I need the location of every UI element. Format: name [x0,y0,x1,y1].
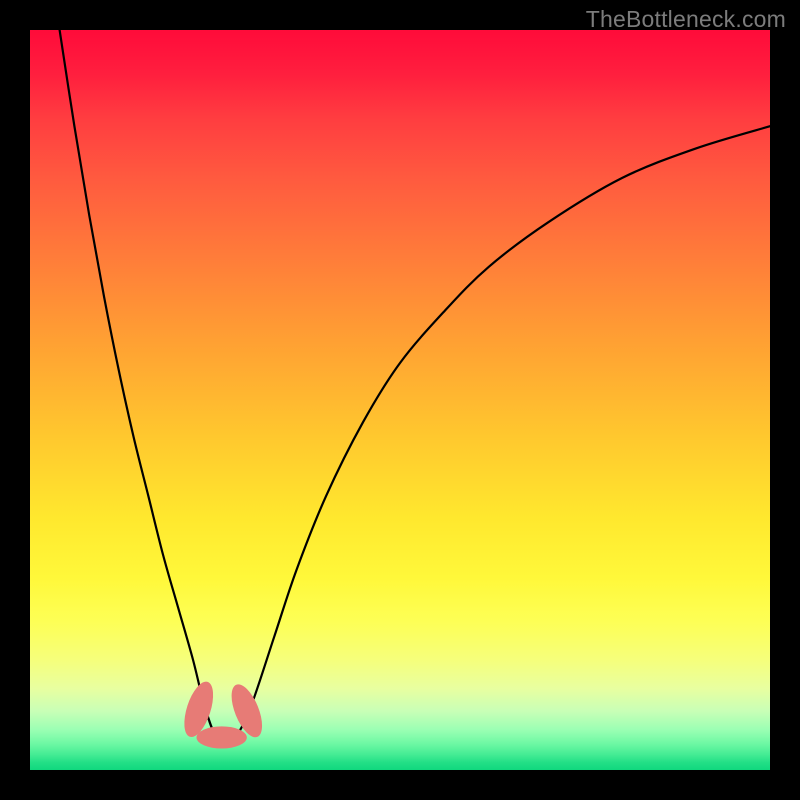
chart-stage: TheBottleneck.com [0,0,800,800]
markers-group [179,678,269,748]
markers-svg [30,30,770,770]
plot-area [30,30,770,770]
watermark-label: TheBottleneck.com [586,6,786,33]
minimum-point [197,726,247,748]
